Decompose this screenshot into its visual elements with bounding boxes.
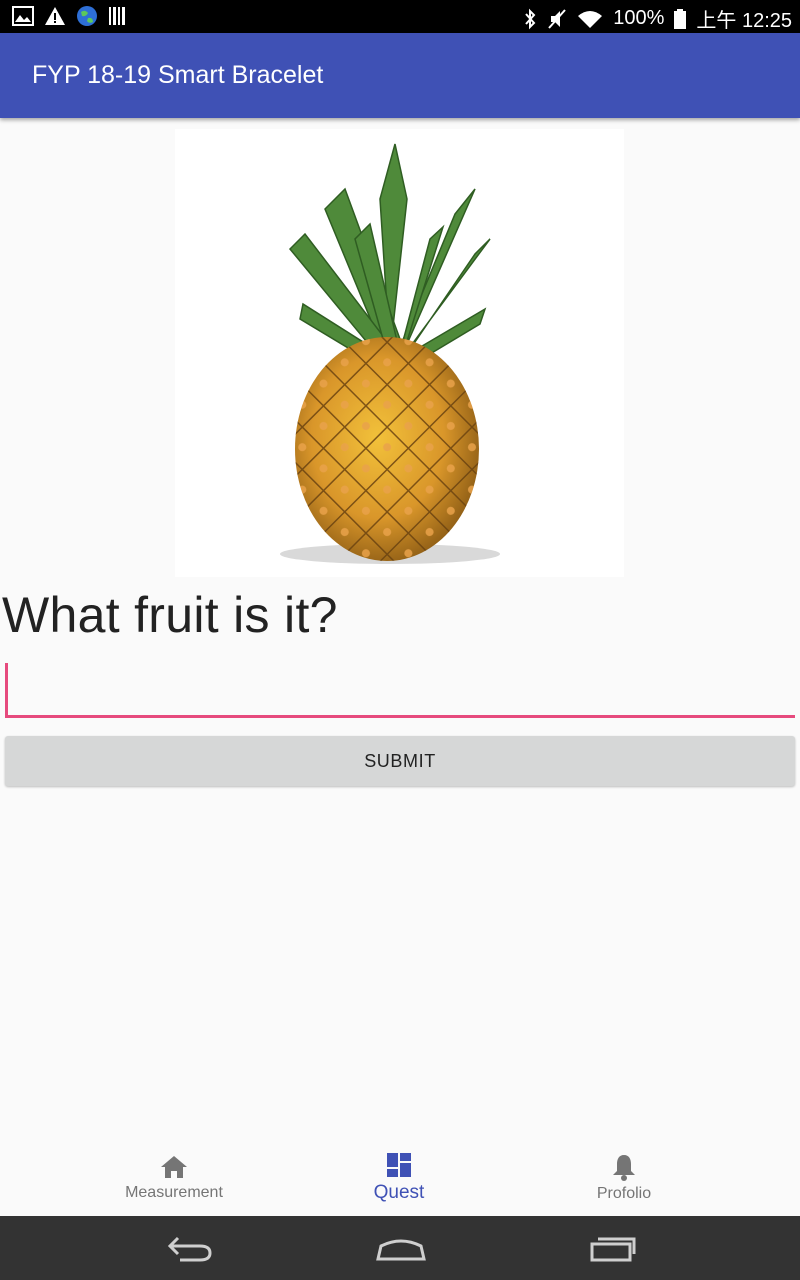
nav-item-profolio[interactable]: Profolio: [524, 1140, 724, 1216]
nav-label-measurement: Measurement: [125, 1184, 223, 1201]
question-text: What fruit is it?: [2, 587, 338, 643]
nav-label-profolio: Profolio: [596, 1185, 652, 1202]
back-icon[interactable]: [166, 1232, 214, 1264]
app-bar: FYP 18-19 Smart Bracelet: [0, 33, 800, 118]
fruit-image: [175, 129, 624, 577]
home-icon: [161, 1156, 187, 1178]
recent-apps-icon[interactable]: [588, 1232, 638, 1264]
answer-input[interactable]: [5, 660, 795, 718]
globe-notification-icon: [77, 6, 97, 26]
battery-percent: 100%: [613, 7, 665, 29]
system-navigation-bar: [0, 1216, 800, 1280]
home-button-icon[interactable]: [375, 1232, 427, 1264]
nav-label-quest: Quest: [373, 1182, 425, 1203]
dashboard-icon: [387, 1153, 411, 1177]
warning-notification-icon: [45, 7, 65, 25]
bluetooth-icon: [525, 8, 536, 29]
barcode-notification-icon: [109, 7, 125, 25]
pineapple-illustration: [280, 143, 500, 564]
mute-icon: [548, 8, 566, 29]
nav-item-measurement[interactable]: Measurement: [74, 1140, 274, 1216]
status-left-icons: [12, 5, 126, 27]
clock: 上午 12:25: [696, 10, 792, 32]
status-right-icons: 100% 上午 12:25: [523, 4, 792, 33]
gallery-notification-icon: [12, 6, 34, 26]
app-title: FYP 18-19 Smart Bracelet: [32, 61, 324, 89]
nav-item-quest[interactable]: Quest: [299, 1140, 499, 1216]
battery-icon: [674, 8, 687, 29]
submit-button[interactable]: SUBMIT: [5, 736, 795, 786]
status-bar: 100% 上午 12:25: [0, 0, 800, 33]
text-cursor: [5, 663, 8, 716]
bottom-navigation: Measurement Quest Profolio: [0, 1140, 800, 1216]
wifi-icon: [578, 10, 603, 28]
bell-icon: [613, 1155, 635, 1181]
